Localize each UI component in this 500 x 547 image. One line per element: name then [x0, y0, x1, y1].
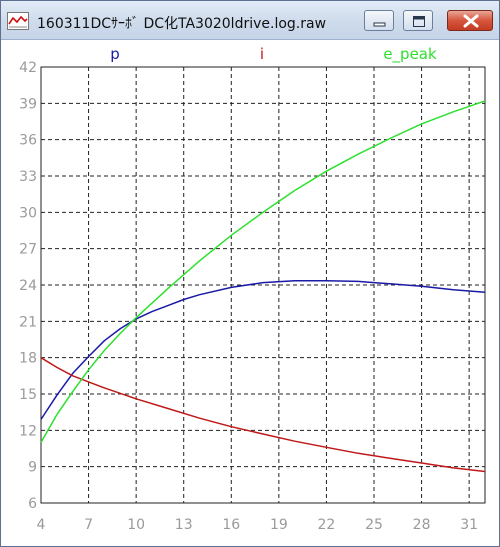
- legend-label-p: p: [110, 45, 120, 63]
- x-tick-label: 16: [222, 517, 240, 533]
- chart-area: 6 9 12 15 18 21 24 27 30 33 36 39 42 4 7 10 13 16 19 22 25 28…: [5, 40, 497, 544]
- series-line-p: [40, 280, 486, 420]
- title-bar[interactable]: 160311DCｻｰﾎﾞ DC化TA3020ldrive.log.raw: [1, 1, 499, 40]
- y-tick-label: 27: [19, 242, 37, 258]
- maximize-icon: [413, 16, 425, 27]
- chart-line-icon: [7, 12, 29, 30]
- y-tick-label: 9: [28, 460, 37, 476]
- y-tick-label: 24: [19, 278, 37, 294]
- minimize-button[interactable]: [364, 10, 394, 31]
- close-button[interactable]: [447, 10, 493, 31]
- y-tick-label: 21: [19, 314, 37, 330]
- x-tick-label: 25: [365, 517, 383, 533]
- app-window: 160311DCｻｰﾎﾞ DC化TA3020ldrive.log.raw 6 9 1…: [0, 0, 500, 547]
- minimize-icon: [373, 22, 386, 27]
- y-tick-label: 42: [19, 60, 37, 76]
- y-tick-label: 15: [19, 387, 37, 403]
- x-tick-label: 19: [270, 517, 288, 533]
- y-tick-label: 30: [19, 205, 37, 221]
- y-tick-label: 33: [19, 169, 37, 185]
- close-icon: [463, 14, 479, 28]
- x-tick-label: 7: [84, 517, 93, 533]
- y-tick-label: 12: [19, 423, 37, 439]
- x-tick-label: 13: [175, 517, 193, 533]
- line-chart: 6 9 12 15 18 21 24 27 30 33 36 39 42 4 7 10 13 16 19 22 25 28…: [19, 45, 486, 533]
- x-tick-label: 4: [37, 517, 46, 533]
- series-line-i: [40, 357, 486, 473]
- x-tick-label: 22: [318, 517, 336, 533]
- x-tick-label: 10: [127, 517, 145, 533]
- y-tick-label: 39: [19, 96, 37, 112]
- legend-label-i: i: [260, 45, 264, 63]
- y-tick-label: 18: [19, 351, 37, 367]
- y-tick-label: 36: [19, 133, 37, 149]
- x-tick-label: 31: [460, 517, 478, 533]
- x-tick-label: 28: [413, 517, 431, 533]
- window-title: 160311DCｻｰﾎﾞ DC化TA3020ldrive.log.raw: [37, 16, 327, 32]
- legend-label-e-peak: e_peak: [383, 45, 437, 64]
- series-line-e-peak: [40, 100, 486, 443]
- y-tick-label: 6: [28, 496, 37, 512]
- maximize-button[interactable]: [403, 10, 433, 31]
